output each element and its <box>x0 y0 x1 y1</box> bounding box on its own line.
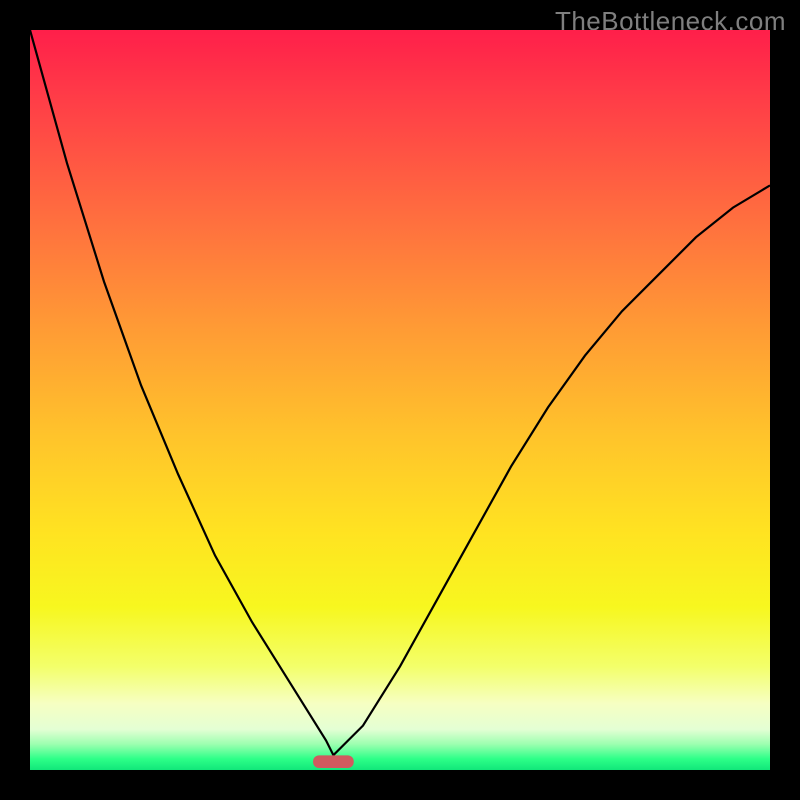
chart-svg <box>30 30 770 770</box>
plot-area <box>30 30 770 770</box>
chart-frame: TheBottleneck.com <box>0 0 800 800</box>
minimum-marker <box>313 755 354 768</box>
gradient-background <box>30 30 770 770</box>
